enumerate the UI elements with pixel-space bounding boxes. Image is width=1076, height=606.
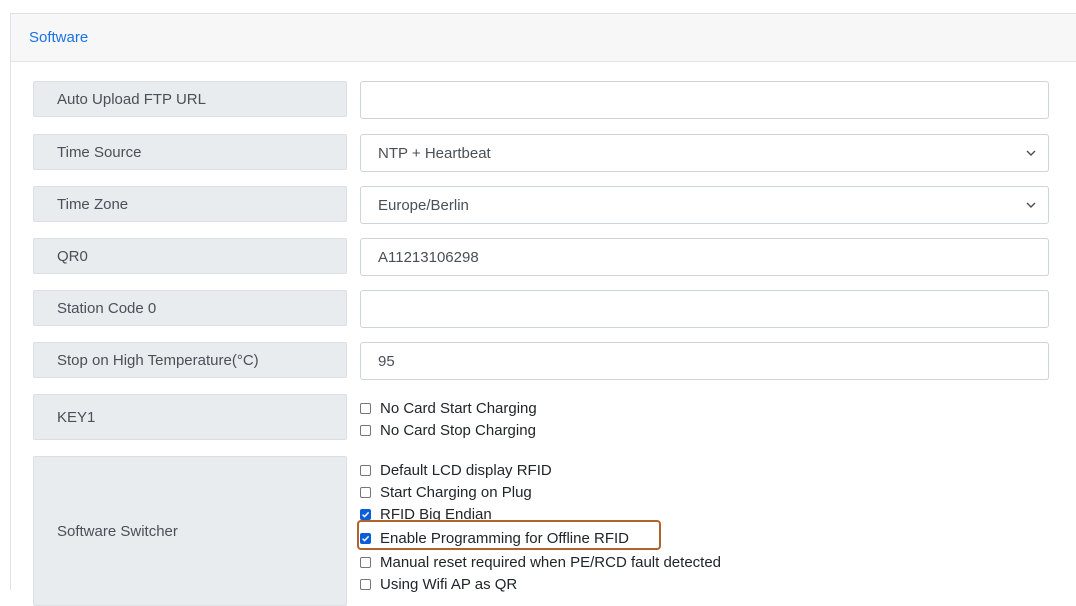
checkbox-label: Start Charging on Plug: [380, 483, 532, 501]
checkbox-no-card-stop[interactable]: No Card Stop Charging: [360, 420, 536, 440]
ftp-url-input[interactable]: [360, 81, 1049, 119]
checkbox-enable-programming-offline-rfid[interactable]: Enable Programming for Offline RFID: [360, 528, 629, 548]
card-header: Software: [11, 14, 1076, 62]
key1-label: KEY1: [33, 394, 347, 440]
checkbox-checked-icon[interactable]: [360, 508, 371, 520]
checkbox-no-card-start[interactable]: No Card Start Charging: [360, 398, 537, 418]
checkbox-start-charging-plug[interactable]: Start Charging on Plug: [360, 482, 532, 502]
checkbox-label: Default LCD display RFID: [380, 461, 552, 479]
ftp-url-label: Auto Upload FTP URL: [33, 81, 347, 117]
checkbox-rfid-big-endian[interactable]: RFID Big Endian: [360, 504, 492, 524]
checkbox-icon[interactable]: [360, 578, 371, 590]
chevron-down-icon: [1026, 150, 1036, 156]
checkbox-icon[interactable]: [360, 556, 371, 568]
station-code-label: Station Code 0: [33, 290, 347, 326]
checkbox-icon[interactable]: [360, 486, 371, 498]
time-zone-select[interactable]: Europe/Berlin: [360, 186, 1049, 224]
software-switcher-label: Software Switcher: [33, 456, 347, 606]
checkbox-icon[interactable]: [360, 424, 371, 436]
time-zone-label: Time Zone: [33, 186, 347, 222]
checkbox-label: Manual reset required when PE/RCD fault …: [380, 553, 722, 571]
checkbox-wifi-ap-as-qr[interactable]: Using Wifi AP as QR: [360, 574, 517, 594]
time-source-label: Time Source: [33, 134, 347, 170]
time-source-select[interactable]: NTP + Heartbeat: [360, 134, 1049, 172]
checkbox-checked-icon[interactable]: [360, 532, 371, 544]
station-code-input[interactable]: [360, 290, 1049, 328]
checkbox-label: No Card Stop Charging: [380, 421, 536, 439]
checkbox-default-lcd-rfid[interactable]: Default LCD display RFID: [360, 460, 552, 480]
checkbox-label: RFID Big Endian: [380, 505, 492, 523]
checkbox-manual-reset-pe-rcd[interactable]: Manual reset required when PE/RCD fault …: [360, 552, 721, 572]
checkbox-icon[interactable]: [360, 464, 371, 476]
qr0-input[interactable]: A11213106298: [360, 238, 1049, 276]
checkbox-icon[interactable]: [360, 402, 371, 414]
stop-temperature-input[interactable]: 95: [360, 342, 1049, 380]
card-title[interactable]: Software: [29, 29, 88, 46]
checkbox-label: No Card Start Charging: [380, 399, 537, 417]
checkbox-label: Enable Programming for Offline RFID: [380, 529, 629, 547]
time-zone-value: Europe/Berlin: [378, 196, 469, 214]
time-source-value: NTP + Heartbeat: [378, 144, 491, 162]
stop-temperature-label: Stop on High Temperature(°C): [33, 342, 347, 378]
chevron-down-icon: [1026, 202, 1036, 208]
qr0-label: QR0: [33, 238, 347, 274]
